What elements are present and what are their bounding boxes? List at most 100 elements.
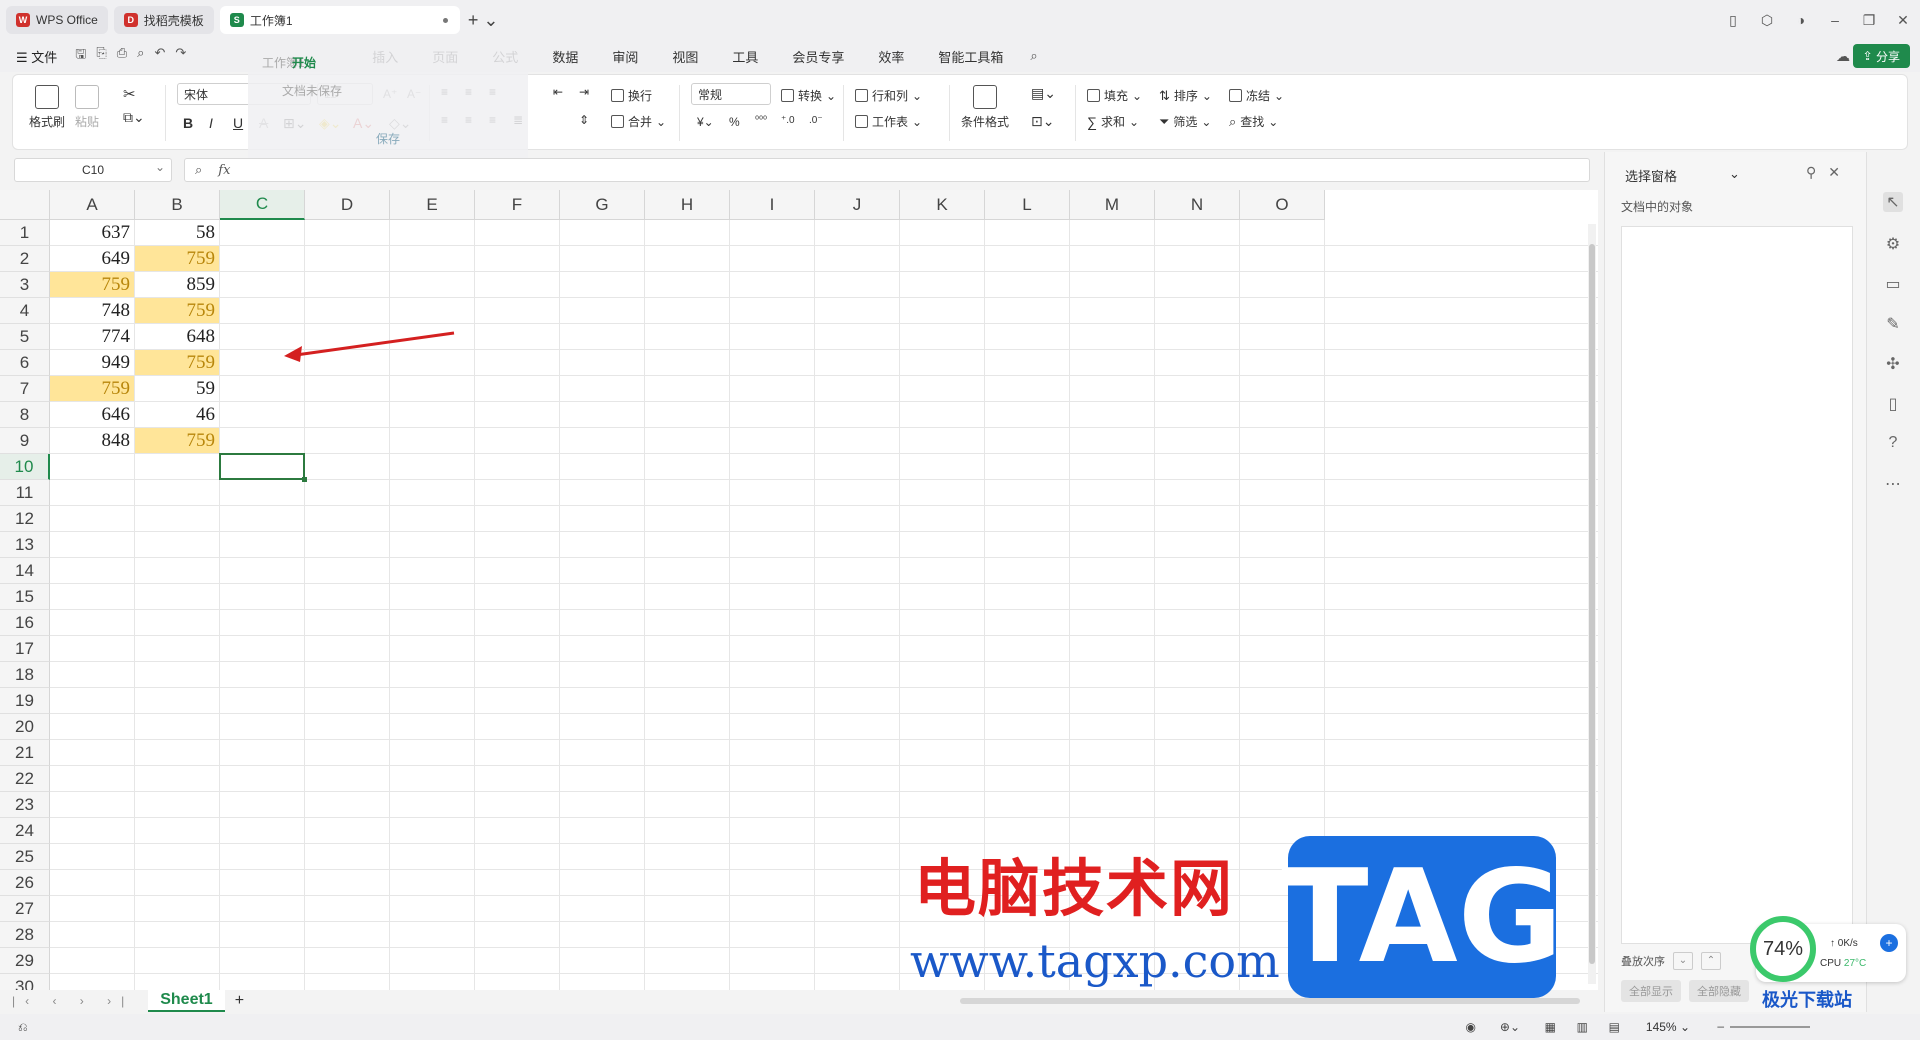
cube-icon[interactable]: ⬡: [1750, 12, 1784, 29]
cell-B7[interactable]: 59: [135, 376, 219, 401]
row-header[interactable]: 29: [0, 948, 50, 974]
redo-icon[interactable]: ↷: [175, 45, 186, 67]
indent-increase-icon[interactable]: ⇥: [579, 85, 589, 99]
search-icon[interactable]: ⌕: [1030, 48, 1037, 64]
row-header[interactable]: 4: [0, 298, 50, 324]
column-header[interactable]: C: [220, 190, 305, 220]
object-list[interactable]: [1621, 226, 1853, 944]
column-header[interactable]: E: [390, 190, 475, 220]
column-header[interactable]: K: [900, 190, 985, 220]
tab-workbook[interactable]: S 工作簿1: [219, 6, 460, 34]
cell-A3[interactable]: 759: [50, 272, 134, 297]
column-header[interactable]: J: [815, 190, 900, 220]
move-up-icon[interactable]: ⌃: [1701, 952, 1721, 970]
column-header[interactable]: A: [50, 190, 135, 220]
cell-style-icon[interactable]: ▤⌄: [1031, 85, 1056, 102]
copy-icon[interactable]: ⧉⌄: [123, 109, 145, 126]
row-header[interactable]: 17: [0, 636, 50, 662]
zoom-slider[interactable]: [1730, 1026, 1810, 1028]
row-header[interactable]: 5: [0, 324, 50, 350]
row-header[interactable]: 24: [0, 818, 50, 844]
cell-B9[interactable]: 759: [135, 428, 219, 453]
horizontal-scrollbar[interactable]: [960, 998, 1580, 1004]
export-icon[interactable]: ⎘: [96, 45, 106, 67]
row-header[interactable]: 8: [0, 402, 50, 428]
row-header[interactable]: 10: [0, 454, 50, 480]
freeze-button[interactable]: 冻结 ⌄: [1229, 87, 1284, 104]
pane-close-icon[interactable]: ✕: [1828, 164, 1852, 180]
row-header[interactable]: 18: [0, 662, 50, 688]
sheet-tab-sheet1[interactable]: Sheet1: [148, 990, 225, 1012]
save-icon[interactable]: 🖫: [75, 45, 86, 67]
underline-icon[interactable]: U: [233, 115, 243, 131]
column-header[interactable]: F: [475, 190, 560, 220]
cell-A1[interactable]: 637: [50, 220, 134, 245]
sort-button[interactable]: ⇅ 排序 ⌄: [1159, 87, 1212, 104]
book-icon[interactable]: ▯: [1883, 394, 1903, 414]
tools-icon[interactable]: ✣: [1883, 354, 1903, 374]
column-header[interactable]: H: [645, 190, 730, 220]
decimal-increase-icon[interactable]: ⁺.0: [781, 115, 795, 126]
menu-member[interactable]: 会员专享: [792, 47, 844, 66]
properties-icon[interactable]: ⚙: [1883, 234, 1903, 254]
edit-icon[interactable]: ✎: [1883, 314, 1903, 334]
cell-A8[interactable]: 646: [50, 402, 134, 427]
fx-icon[interactable]: fx: [218, 163, 230, 178]
preview-icon[interactable]: ⌕: [137, 45, 144, 67]
currency-icon[interactable]: ¥⌄: [697, 115, 714, 129]
normal-view-icon[interactable]: ▦: [1545, 1020, 1556, 1034]
page-break-icon[interactable]: ▤: [1609, 1020, 1620, 1034]
column-header[interactable]: D: [305, 190, 390, 220]
active-cell-C10[interactable]: [219, 453, 307, 482]
menu-data[interactable]: 数据: [552, 47, 578, 66]
row-header[interactable]: 30: [0, 974, 50, 990]
close-icon[interactable]: ✕: [1886, 12, 1920, 29]
layout-icon[interactable]: ▯: [1716, 12, 1750, 29]
indent-decrease-icon[interactable]: ⇤: [553, 85, 563, 99]
cell-B3[interactable]: 859: [135, 272, 219, 297]
tab-docer-templates[interactable]: D 找稻壳模板: [113, 6, 214, 34]
print-icon[interactable]: ⎙: [117, 45, 127, 67]
row-header[interactable]: 23: [0, 792, 50, 818]
zoom-level[interactable]: 145% ⌄: [1646, 1020, 1690, 1034]
wrap-text-button[interactable]: 换行: [611, 87, 652, 104]
cell-A2[interactable]: 649: [50, 246, 134, 271]
cell-A9[interactable]: 848: [50, 428, 134, 453]
cell-B5[interactable]: 648: [135, 324, 219, 349]
tab-wps-office[interactable]: W WPS Office: [6, 6, 108, 34]
menu-review[interactable]: 审阅: [612, 47, 638, 66]
row-header[interactable]: 25: [0, 844, 50, 870]
row-header[interactable]: 7: [0, 376, 50, 402]
restore-icon[interactable]: ❐: [1852, 12, 1886, 29]
hide-all-button[interactable]: 全部隐藏: [1689, 980, 1749, 1002]
add-sheet-button[interactable]: +: [235, 992, 244, 1010]
worksheet-button[interactable]: 工作表 ⌄: [855, 113, 922, 130]
row-header[interactable]: 27: [0, 896, 50, 922]
orientation-icon[interactable]: ⇕: [579, 113, 589, 127]
macro-icon[interactable]: ⎌: [18, 1020, 28, 1035]
menu-smart-toolbox[interactable]: 智能工具箱: [938, 47, 1003, 66]
cut-icon[interactable]: ✂: [123, 85, 136, 103]
conditional-format-button[interactable]: 条件格式: [961, 85, 1009, 130]
cloud-icon[interactable]: ☁: [1836, 48, 1850, 65]
row-header[interactable]: 20: [0, 714, 50, 740]
new-tab-plus-icon[interactable]: + ⌄: [468, 10, 499, 31]
row-header[interactable]: 19: [0, 688, 50, 714]
merge-button[interactable]: 合并 ⌄: [611, 113, 666, 130]
ghost-menu-home[interactable]: 开始: [292, 54, 316, 71]
pane-title-chevron-icon[interactable]: ⌄: [1729, 166, 1740, 182]
row-header[interactable]: 22: [0, 766, 50, 792]
column-header[interactable]: L: [985, 190, 1070, 220]
performance-widget[interactable]: 74% ↑ 0K/s CPU 27°C +: [1750, 916, 1906, 982]
cell-A6[interactable]: 949: [50, 350, 134, 375]
column-header[interactable]: M: [1070, 190, 1155, 220]
row-header[interactable]: 6: [0, 350, 50, 376]
row-header[interactable]: 26: [0, 870, 50, 896]
rows-cols-button[interactable]: 行和列 ⌄: [855, 87, 922, 104]
row-header[interactable]: 3: [0, 272, 50, 298]
paste-button[interactable]: 粘贴: [75, 85, 99, 130]
row-header[interactable]: 12: [0, 506, 50, 532]
avatar[interactable]: ◑: [1784, 12, 1818, 28]
cell-B1[interactable]: 58: [135, 220, 219, 245]
pin-icon[interactable]: ⚲: [1806, 164, 1828, 180]
